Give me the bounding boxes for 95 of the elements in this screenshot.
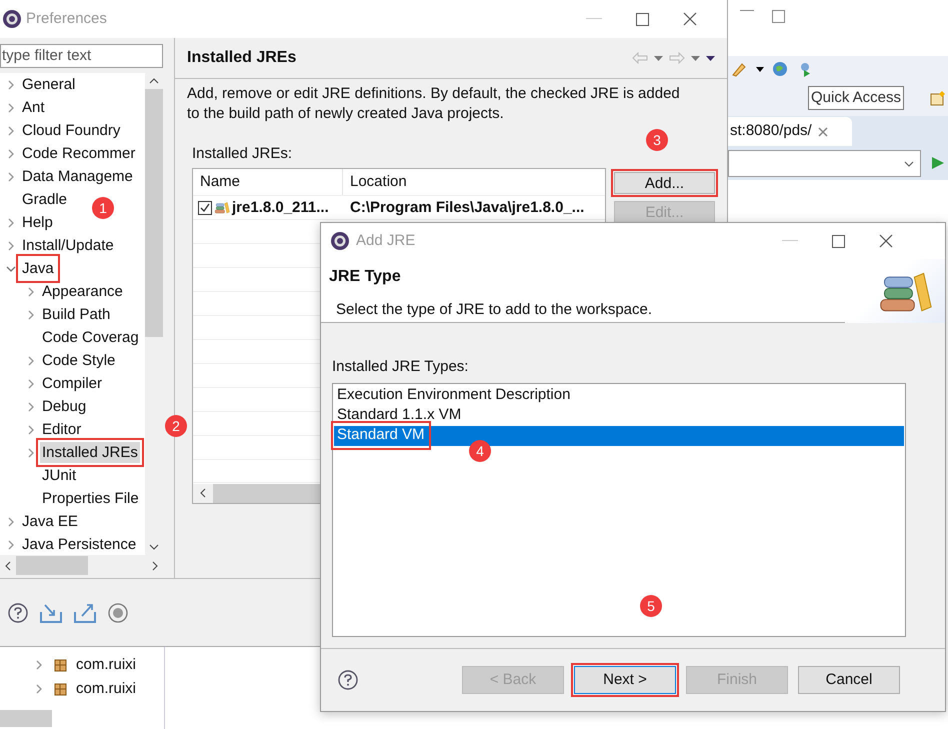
ide-maximize-icon[interactable] xyxy=(772,10,785,23)
list-item-label: Standard 1.1.x VM xyxy=(336,405,462,426)
collapsed-chevron-icon[interactable] xyxy=(6,516,16,526)
collapsed-chevron-icon[interactable] xyxy=(6,102,16,112)
collapsed-chevron-icon[interactable] xyxy=(6,540,16,550)
menu-caret-icon[interactable] xyxy=(706,56,715,60)
table-label: Installed JREs: xyxy=(192,144,294,164)
maximize-icon[interactable] xyxy=(636,12,649,26)
tree-item[interactable]: Editor xyxy=(40,419,84,440)
collapsed-chevron-icon[interactable] xyxy=(26,310,36,320)
collapsed-chevron-icon[interactable] xyxy=(6,126,16,136)
list-item-label: Execution Environment Description xyxy=(336,385,572,406)
window-title: Preferences xyxy=(26,8,107,29)
close-icon[interactable] xyxy=(683,12,697,26)
jre-icon xyxy=(214,200,230,216)
collapsed-chevron-icon[interactable] xyxy=(34,660,44,670)
tree-item[interactable]: Compiler xyxy=(40,373,104,394)
collapsed-chevron-icon[interactable] xyxy=(6,218,16,228)
help-icon[interactable] xyxy=(8,602,28,622)
tree-item[interactable]: Ant xyxy=(20,97,47,118)
collapsed-chevron-icon[interactable] xyxy=(26,402,36,412)
list-item-label: Standard VM xyxy=(334,424,428,447)
tree-item[interactable]: Java EE xyxy=(20,511,80,532)
list-label: Installed JRE Types: xyxy=(332,357,470,377)
dialog-description: Select the type of JRE to add to the workspace. xyxy=(335,300,652,320)
page-description: Add, remove or edit JRE definitions. By default, the checked JRE is added to the build path of newly created Java projects. xyxy=(187,84,681,124)
tree-item[interactable]: Cloud Foundry xyxy=(20,120,122,141)
import-icon[interactable] xyxy=(40,602,62,622)
help-icon[interactable] xyxy=(338,670,358,690)
dialog-title: Add JRE xyxy=(356,230,416,251)
package-icon xyxy=(52,681,68,697)
dialog-maximize-icon[interactable] xyxy=(832,234,845,248)
table-action-button[interactable]: Add... xyxy=(614,172,715,194)
list-item[interactable]: Execution Environment Description xyxy=(334,386,904,406)
globe-icon[interactable] xyxy=(772,61,788,77)
collapsed-chevron-icon[interactable] xyxy=(26,356,36,366)
record-icon[interactable] xyxy=(108,602,128,622)
close-icon[interactable] xyxy=(818,126,828,136)
tree-item[interactable]: Gradle xyxy=(20,189,70,210)
collapsed-chevron-icon[interactable] xyxy=(26,286,36,296)
url-field[interactable] xyxy=(728,150,921,177)
tree-item[interactable]: Debug xyxy=(40,396,88,417)
back-arrow-icon[interactable] xyxy=(632,52,648,64)
dialog-button[interactable]: Cancel xyxy=(798,666,900,694)
dropdown-caret-icon[interactable] xyxy=(756,66,764,72)
tree-item[interactable]: Code Style xyxy=(40,350,118,371)
scrollbar-thumb[interactable] xyxy=(16,556,88,575)
filter-field[interactable]: type filter text xyxy=(0,44,163,68)
collapsed-chevron-icon[interactable] xyxy=(26,424,36,434)
minimize-icon[interactable] xyxy=(586,18,602,20)
table-cell-text: jre1.8.0_211... xyxy=(232,198,329,218)
tree-item[interactable]: Data Manageme xyxy=(20,166,135,187)
package-icon xyxy=(52,657,68,673)
export-icon[interactable] xyxy=(74,602,96,622)
checkbox[interactable] xyxy=(198,200,212,215)
tree-item[interactable]: Installed JREs xyxy=(40,442,140,463)
package-item[interactable]: com.ruixi xyxy=(76,654,136,676)
tree-item[interactable]: Appearance xyxy=(40,281,125,302)
collapsed-chevron-icon[interactable] xyxy=(26,378,36,388)
column-header[interactable]: Name xyxy=(193,168,343,196)
scrollbar-thumb[interactable] xyxy=(145,89,163,337)
collapsed-chevron-icon[interactable] xyxy=(6,172,16,182)
editor-tab[interactable]: st:8080/pds/ xyxy=(728,117,852,146)
perspective-icon[interactable] xyxy=(930,90,946,106)
collapsed-chevron-icon[interactable] xyxy=(26,448,36,458)
list-item[interactable]: Standard 1.1.x VM xyxy=(334,406,904,426)
collapsed-chevron-icon[interactable] xyxy=(6,240,16,250)
expanded-chevron-icon[interactable] xyxy=(6,264,16,274)
table-cell-text: C:\Program Files\Java\jre1.8.0_... xyxy=(349,198,584,218)
dropdown-chevron-icon[interactable] xyxy=(904,160,914,166)
tree-item[interactable]: Install/Update xyxy=(20,235,116,256)
play-icon[interactable] xyxy=(931,156,945,170)
app-icon xyxy=(2,9,22,29)
dialog-button[interactable]: Next > xyxy=(574,666,676,694)
dialog-minimize-icon[interactable] xyxy=(782,240,798,242)
dialog-heading: JRE Type xyxy=(329,267,402,287)
tree-item[interactable]: Help xyxy=(20,212,55,233)
page-title: Installed JREs xyxy=(187,48,296,68)
dialog-close-icon[interactable] xyxy=(879,234,893,248)
column-header[interactable]: Location xyxy=(343,168,605,196)
tree-item[interactable]: General xyxy=(20,74,78,95)
package-item[interactable]: com.ruixi xyxy=(76,678,136,700)
scrollbar-thumb[interactable] xyxy=(0,710,52,727)
app-icon xyxy=(330,231,350,251)
ide-minimize-icon[interactable] xyxy=(740,10,754,12)
tree-item[interactable]: Build Path xyxy=(40,304,112,325)
tree-item[interactable]: Properties File xyxy=(40,488,141,509)
forward-arrow-icon[interactable] xyxy=(669,52,685,64)
collapsed-chevron-icon[interactable] xyxy=(6,148,16,158)
collapsed-chevron-icon[interactable] xyxy=(34,684,44,694)
tree-item[interactable]: Code Recommer xyxy=(20,143,138,164)
tree-item[interactable]: Java Persistence xyxy=(20,534,138,555)
tree-item[interactable]: JUnit xyxy=(40,465,78,486)
tree-item[interactable]: Code Coverag xyxy=(40,327,141,348)
collapsed-chevron-icon[interactable] xyxy=(6,80,16,90)
